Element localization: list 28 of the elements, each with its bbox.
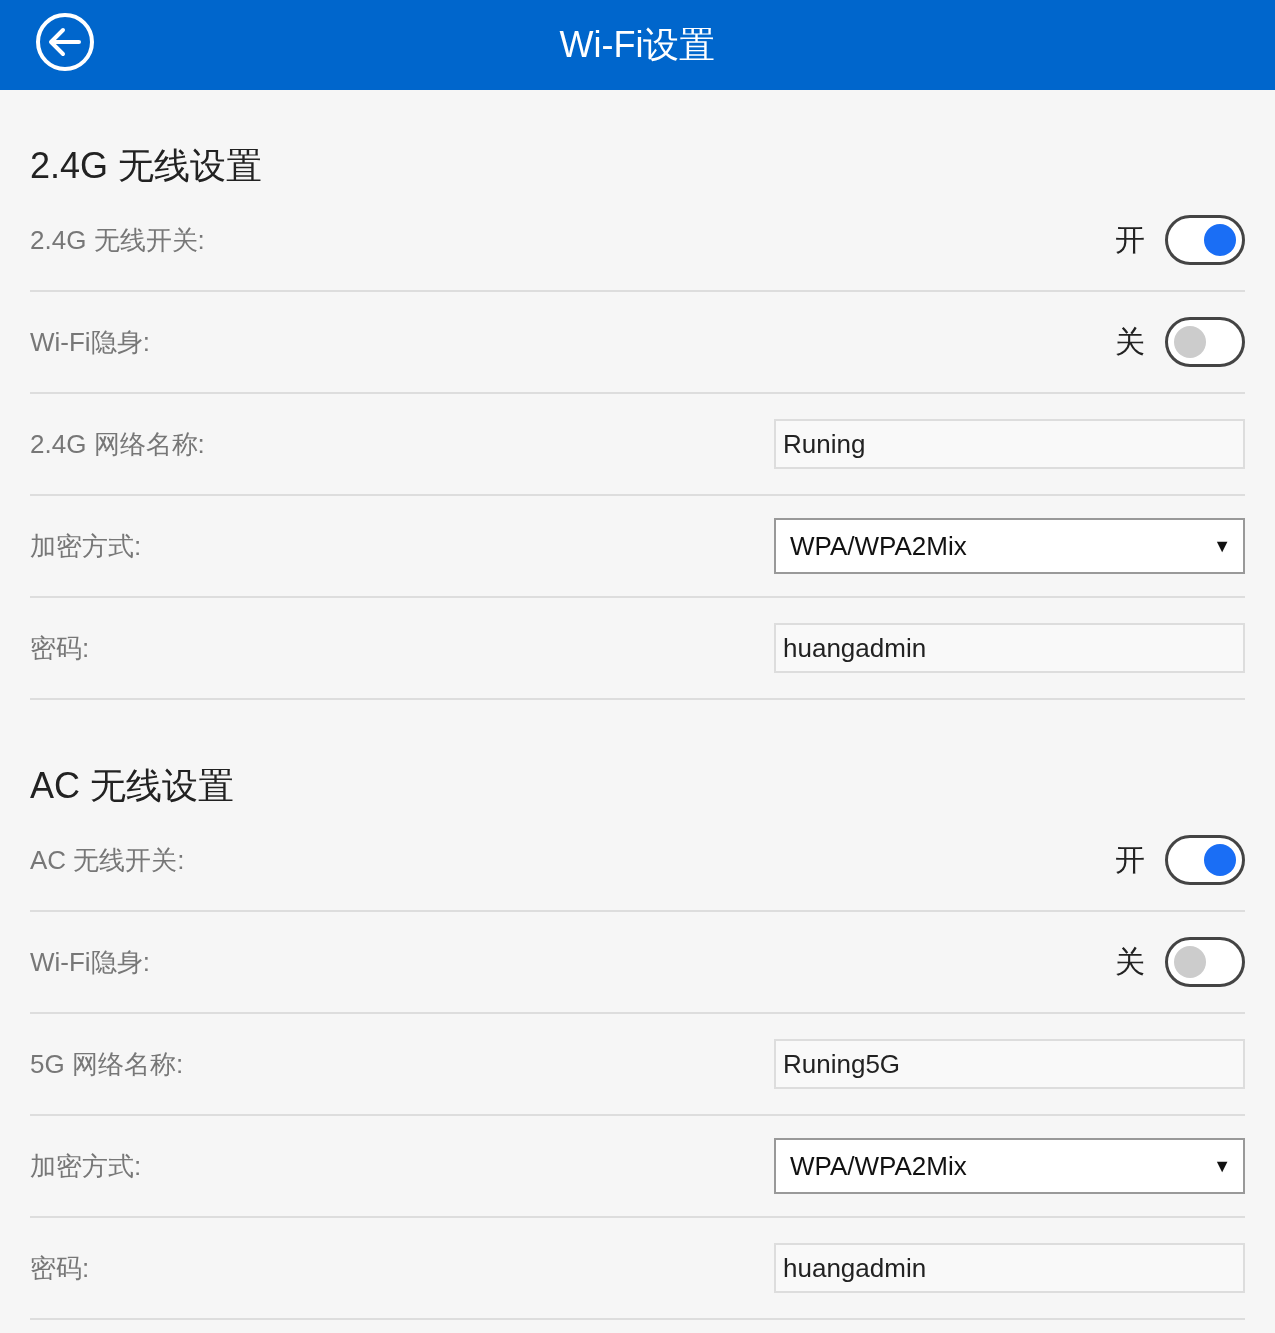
field-label: Wi-Fi隐身: [30,325,150,359]
field-label: 5G 网络名称: [30,1047,184,1081]
section-title: 2.4G 无线设置 [30,144,264,188]
page-title: Wi-Fi设置 [559,22,716,67]
field-label: 2.4G 网络名称: [30,427,205,461]
select-dropdown[interactable]: WPA/WPA2Mix ▼ [774,1138,1245,1194]
section-title: AC 无线设置 [30,764,235,808]
field-label: 密码: [30,631,90,665]
back-icon[interactable] [35,12,95,72]
input-field[interactable]: huangadmin [774,1243,1245,1293]
toggle-switch[interactable] [1165,835,1245,885]
field-label: AC 无线开关: [30,843,185,877]
toggle-state: 开 [1115,221,1145,258]
field-label: Wi-Fi隐身: [30,945,150,979]
toggle-switch[interactable] [1165,215,1245,265]
field-label: 加密方式: [30,1149,142,1183]
toggle-switch[interactable] [1165,317,1245,367]
toggle-state: 关 [1115,943,1145,980]
toggle-state: 开 [1115,841,1145,878]
input-field[interactable]: Runing [774,419,1245,469]
field-label: 密码: [30,1251,90,1285]
toggle-state: 关 [1115,323,1145,360]
field-label: 2.4G 无线开关: [30,223,205,257]
select-dropdown[interactable]: WPA/WPA2Mix ▼ [774,518,1245,574]
field-label: 加密方式: [30,529,142,563]
input-field[interactable]: huangadmin [774,623,1245,673]
input-field[interactable]: Runing5G [774,1039,1245,1089]
toggle-switch[interactable] [1165,937,1245,987]
